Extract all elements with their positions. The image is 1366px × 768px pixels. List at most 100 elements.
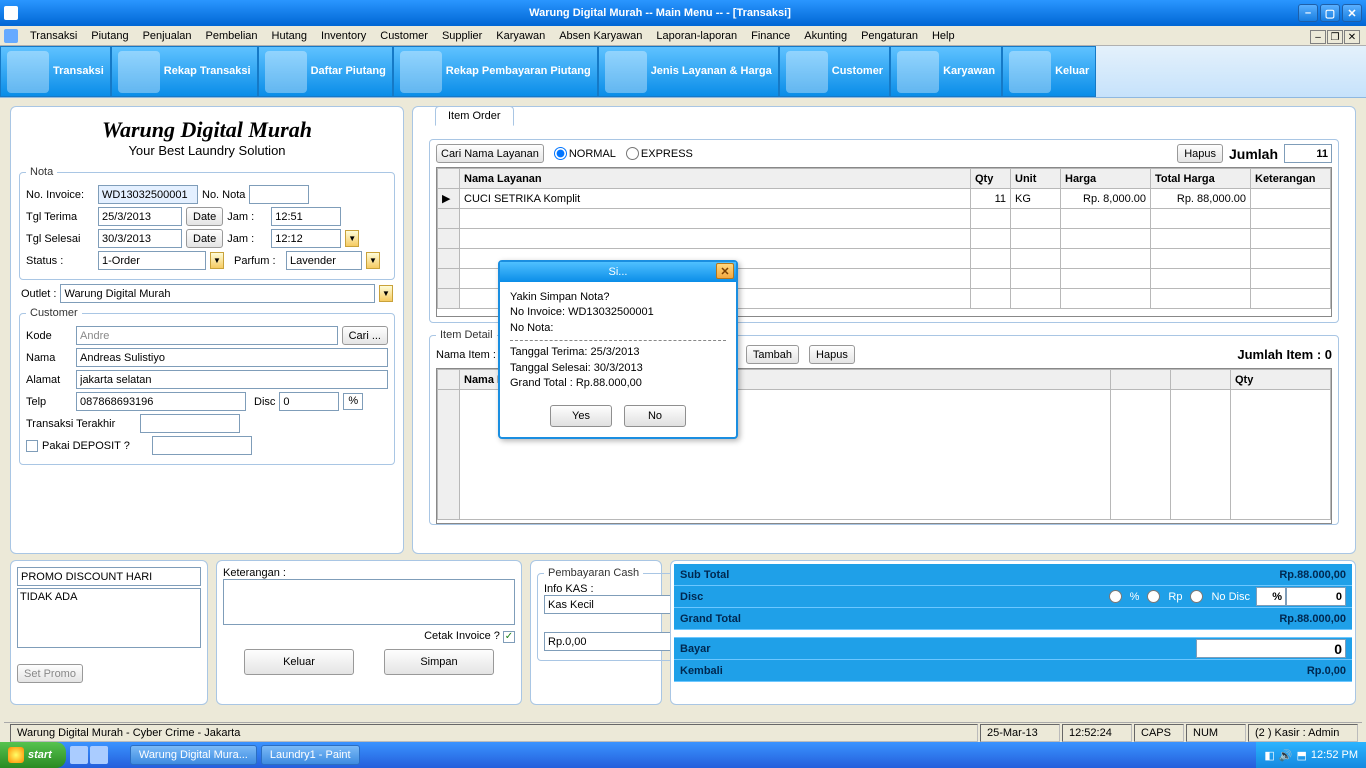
dialog-yes-button[interactable]: Yes bbox=[550, 405, 612, 427]
kode-input[interactable] bbox=[76, 326, 338, 345]
tgl-selesai-input[interactable] bbox=[98, 229, 182, 248]
outlet-select[interactable] bbox=[60, 284, 375, 303]
trans-terakhir-input[interactable] bbox=[140, 414, 240, 433]
radio-nodisc[interactable] bbox=[1190, 590, 1203, 603]
keterangan-input[interactable] bbox=[223, 579, 515, 625]
status-select[interactable] bbox=[98, 251, 206, 270]
menu-laporan[interactable]: Laporan-laporan bbox=[650, 28, 743, 44]
mdi-restore-button[interactable]: ❐ bbox=[1327, 30, 1343, 44]
dialog-close-button[interactable]: ✕ bbox=[716, 263, 734, 279]
menu-absen[interactable]: Absen Karyawan bbox=[553, 28, 648, 44]
tray-icon[interactable]: 🔊 bbox=[1279, 749, 1293, 762]
nama-label: Nama bbox=[26, 352, 72, 364]
quick-launch-icon[interactable] bbox=[70, 746, 88, 764]
jam-selesai-input[interactable] bbox=[271, 229, 341, 248]
toolbtn-keluar[interactable]: Keluar bbox=[1002, 46, 1096, 97]
fieldset-nota: Nota No. Invoice: No. Nota Tgl Terima Da… bbox=[19, 166, 395, 280]
no-invoice-input[interactable] bbox=[98, 185, 198, 204]
menu-penjualan[interactable]: Penjualan bbox=[137, 28, 198, 44]
toolbtn-rekap-transaksi[interactable]: Rekap Transaksi bbox=[111, 46, 258, 97]
disc-val-input[interactable] bbox=[1286, 587, 1346, 606]
telp-input[interactable] bbox=[76, 392, 246, 411]
menu-hutang[interactable]: Hutang bbox=[266, 28, 313, 44]
mdi-close-button[interactable]: ✕ bbox=[1344, 30, 1360, 44]
menu-inventory[interactable]: Inventory bbox=[315, 28, 372, 44]
tray-icon[interactable]: ⬒ bbox=[1297, 749, 1307, 762]
nama-item-label: Nama Item : bbox=[436, 349, 496, 361]
status-caps: CAPS bbox=[1134, 724, 1184, 742]
status-left: Warung Digital Murah - Cyber Crime - Jak… bbox=[10, 724, 978, 742]
promo-title bbox=[17, 567, 201, 586]
dialog-no-button[interactable]: No bbox=[624, 405, 686, 427]
parfum-drop-icon[interactable]: ▼ bbox=[366, 252, 380, 269]
parfum-select[interactable] bbox=[286, 251, 362, 270]
taskbar-item[interactable]: Warung Digital Mura... bbox=[130, 745, 257, 765]
customer-legend: Customer bbox=[26, 307, 82, 319]
simpan-button[interactable]: Simpan bbox=[384, 649, 494, 675]
hapus-layanan-button[interactable]: Hapus bbox=[1177, 144, 1223, 163]
company-tagline: Your Best Laundry Solution bbox=[11, 143, 403, 158]
alamat-input[interactable] bbox=[76, 370, 388, 389]
menu-transaksi[interactable]: Transaksi bbox=[24, 28, 83, 44]
people-icon bbox=[786, 51, 828, 93]
deposit-input[interactable] bbox=[152, 436, 252, 455]
toolbtn-rekap-piutang[interactable]: Rekap Pembayaran Piutang bbox=[393, 46, 598, 97]
mdi-minimize-button[interactable]: – bbox=[1310, 30, 1326, 44]
radio-express[interactable] bbox=[626, 147, 639, 160]
grand-label: Grand Total bbox=[680, 613, 1279, 625]
disc-pct-input[interactable] bbox=[1256, 587, 1286, 606]
close-button[interactable]: ✕ bbox=[1342, 4, 1362, 22]
menu-customer[interactable]: Customer bbox=[374, 28, 434, 44]
status-drop-icon[interactable]: ▼ bbox=[210, 252, 224, 269]
menu-supplier[interactable]: Supplier bbox=[436, 28, 488, 44]
disc-input[interactable] bbox=[279, 392, 339, 411]
tab-item-order[interactable]: Item Order bbox=[435, 106, 514, 126]
toolbtn-daftar-piutang[interactable]: Daftar Piutang bbox=[258, 46, 393, 97]
keluar-button[interactable]: Keluar bbox=[244, 649, 354, 675]
date-terima-button[interactable]: Date bbox=[186, 207, 223, 226]
dialog-line: Tanggal Selesai: 30/3/2013 bbox=[510, 361, 726, 376]
jam-terima-input[interactable] bbox=[271, 207, 341, 226]
taskbar-item[interactable]: Laundry1 - Paint bbox=[261, 745, 360, 765]
toolbtn-jenis-layanan[interactable]: Jenis Layanan & Harga bbox=[598, 46, 779, 97]
bayar-input[interactable] bbox=[1196, 639, 1346, 658]
menu-akunting[interactable]: Akunting bbox=[798, 28, 853, 44]
radio-pct[interactable] bbox=[1109, 590, 1122, 603]
toolbtn-customer[interactable]: Customer bbox=[779, 46, 890, 97]
toolbtn-transaksi[interactable]: Transaksi bbox=[0, 46, 111, 97]
maximize-button[interactable]: ▢ bbox=[1320, 4, 1340, 22]
menu-piutang[interactable]: Piutang bbox=[85, 28, 134, 44]
cetak-checkbox[interactable] bbox=[503, 631, 515, 643]
tgl-terima-input[interactable] bbox=[98, 207, 182, 226]
tambah-item-button[interactable]: Tambah bbox=[746, 345, 799, 364]
no-nota-input[interactable] bbox=[249, 185, 309, 204]
nama-input[interactable] bbox=[76, 348, 388, 367]
date-selesai-button[interactable]: Date bbox=[186, 229, 223, 248]
systray[interactable]: ◧ 🔊 ⬒ 12:52 PM bbox=[1256, 742, 1366, 768]
start-button[interactable]: start bbox=[0, 742, 66, 768]
menu-pembelian[interactable]: Pembelian bbox=[200, 28, 264, 44]
radio-rp[interactable] bbox=[1147, 590, 1160, 603]
detail-legend: Item Detail bbox=[436, 329, 497, 341]
outlet-drop-icon[interactable]: ▼ bbox=[379, 285, 393, 302]
subtotal-label: Sub Total bbox=[680, 569, 1279, 581]
tray-icon[interactable]: ◧ bbox=[1264, 749, 1274, 762]
deposit-checkbox[interactable] bbox=[26, 440, 38, 452]
hapus-item-button[interactable]: Hapus bbox=[809, 345, 855, 364]
minimize-button[interactable]: – bbox=[1298, 4, 1318, 22]
cari-layanan-button[interactable]: Cari Nama Layanan bbox=[436, 144, 544, 163]
status-time: 12:52:24 bbox=[1062, 724, 1132, 742]
menu-pengaturan[interactable]: Pengaturan bbox=[855, 28, 924, 44]
menu-finance[interactable]: Finance bbox=[745, 28, 796, 44]
set-promo-button[interactable]: Set Promo bbox=[17, 664, 83, 683]
menu-karyawan[interactable]: Karyawan bbox=[490, 28, 551, 44]
radio-normal[interactable] bbox=[554, 147, 567, 160]
cari-customer-button[interactable]: Cari ... bbox=[342, 326, 388, 345]
toolbtn-karyawan[interactable]: Karyawan bbox=[890, 46, 1002, 97]
table-row[interactable]: ▶CUCI SETRIKA Komplit11KGRp. 8,000.00Rp.… bbox=[438, 189, 1331, 209]
app-icon bbox=[4, 6, 18, 20]
quick-launch-icon[interactable] bbox=[90, 746, 108, 764]
menu-help[interactable]: Help bbox=[926, 28, 961, 44]
jumlah-label: Jumlah bbox=[1229, 146, 1278, 162]
jam-drop-icon[interactable]: ▼ bbox=[345, 230, 359, 247]
